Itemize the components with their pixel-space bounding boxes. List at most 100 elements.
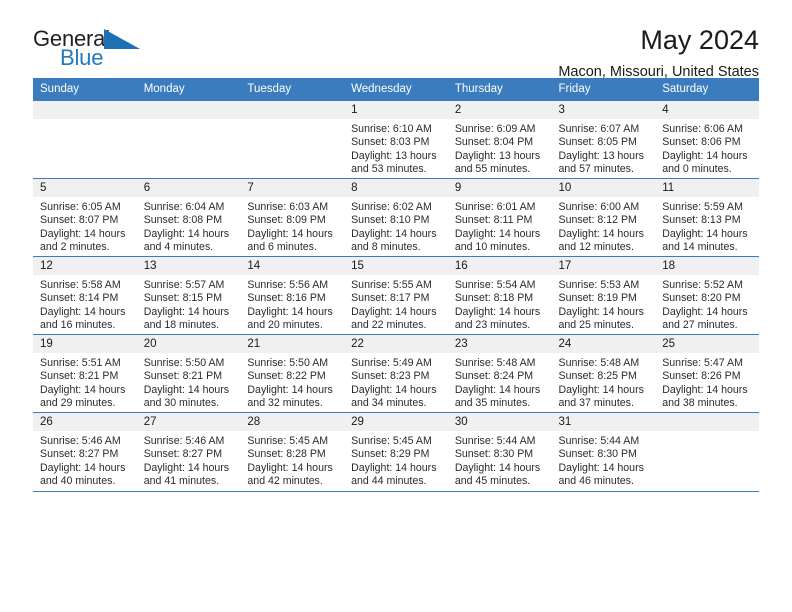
calendar-empty-cell xyxy=(655,412,759,491)
calendar-day-cell[interactable]: 20 Sunrise: 5:50 AM Sunset: 8:21 PM Dayligh… xyxy=(136,334,241,413)
daylight-text-line1: Daylight: 14 hours xyxy=(247,461,333,474)
sunrise-text: Sunrise: 6:06 AM xyxy=(662,123,743,135)
day-cell-inner: 6 Sunrise: 6:04 AM Sunset: 8:08 PM Daylight… xyxy=(136,179,241,256)
day-cell-inner: 14 Sunrise: 5:56 AM Sunset: 8:16 PM Dayligh… xyxy=(240,257,345,334)
daylight-text-line2: and 2 minutes. xyxy=(40,241,110,254)
daylight-text-line2: and 45 minutes. xyxy=(454,475,531,488)
day-cell-inner: 7 Sunrise: 6:03 AM Sunset: 8:09 PM Daylight… xyxy=(240,179,345,256)
calendar-day-cell[interactable]: 14 Sunrise: 5:56 AM Sunset: 8:16 PM Dayligh… xyxy=(240,256,345,335)
sunset-text: Sunset: 8:15 PM xyxy=(143,292,223,305)
calendar-day-cell[interactable]: 18 Sunrise: 5:52 AM Sunset: 8:20 PM Dayligh… xyxy=(655,256,759,335)
calendar-day-cell[interactable]: 6 Sunrise: 6:04 AM Sunset: 8:08 PM Daylight… xyxy=(136,178,241,257)
calendar-day-cell[interactable]: 17 Sunrise: 5:53 AM Sunset: 8:19 PM Dayligh… xyxy=(551,256,656,335)
day-details: Sunrise: 6:10 AM Sunset: 8:03 PM Daylight:… xyxy=(344,119,448,177)
calendar-day-cell[interactable]: 22 Sunrise: 5:49 AM Sunset: 8:23 PM Dayligh… xyxy=(344,334,448,413)
calendar-week-row: 26 Sunrise: 5:46 AM Sunset: 8:27 PM Dayligh… xyxy=(33,412,759,491)
calendar-day-cell[interactable]: 13 Sunrise: 5:57 AM Sunset: 8:15 PM Dayligh… xyxy=(136,256,241,335)
sunrise-text: Sunrise: 5:44 AM xyxy=(454,435,536,447)
calendar-day-cell[interactable]: 29 Sunrise: 5:45 AM Sunset: 8:29 PM Dayligh… xyxy=(344,412,448,491)
calendar-day-cell[interactable]: 21 Sunrise: 5:50 AM Sunset: 8:22 PM Dayligh… xyxy=(240,334,345,413)
calendar-day-cell[interactable]: 28 Sunrise: 5:45 AM Sunset: 8:28 PM Dayligh… xyxy=(240,412,345,491)
calendar-day-cell[interactable]: 24 Sunrise: 5:48 AM Sunset: 8:25 PM Dayligh… xyxy=(551,334,656,413)
calendar-day-cell[interactable]: 30 Sunrise: 5:44 AM Sunset: 8:30 PM Dayligh… xyxy=(447,412,552,491)
day-number: 1 xyxy=(344,101,448,119)
day-details: Sunrise: 5:56 AM Sunset: 8:16 PM Daylight:… xyxy=(240,275,344,333)
general-blue-logo[interactable]: General Blue xyxy=(33,26,148,74)
daylight-text-line2: and 18 minutes. xyxy=(143,319,220,332)
day-number: 21 xyxy=(240,335,345,353)
calendar-day-cell[interactable]: 8 Sunrise: 6:02 AM Sunset: 8:10 PM Daylight… xyxy=(344,178,448,257)
sunrise-text: Sunrise: 5:50 AM xyxy=(143,357,225,369)
day-number: 2 xyxy=(447,101,552,119)
calendar-day-cell[interactable]: 11 Sunrise: 5:59 AM Sunset: 8:13 PM Dayligh… xyxy=(655,178,759,257)
daylight-text-line2: and 20 minutes. xyxy=(247,319,323,332)
calendar-empty-cell xyxy=(240,100,345,179)
calendar-day-cell[interactable]: 10 Sunrise: 6:00 AM Sunset: 8:12 PM Dayligh… xyxy=(551,178,656,257)
daylight-text-line2: and 12 minutes. xyxy=(558,241,634,254)
daylight-text-line1: Daylight: 14 hours xyxy=(351,383,437,396)
calendar-day-cell[interactable]: 5 Sunrise: 6:05 AM Sunset: 8:07 PM Daylight… xyxy=(33,178,137,257)
daylight-text-line2: and 53 minutes. xyxy=(351,163,427,176)
sunrise-text: Sunrise: 5:51 AM xyxy=(40,357,121,369)
daylight-text-line1: Daylight: 14 hours xyxy=(662,227,748,240)
sunrise-text: Sunrise: 5:48 AM xyxy=(454,357,536,369)
daylight-text-line1: Daylight: 14 hours xyxy=(558,227,644,240)
calendar-day-cell[interactable]: 23 Sunrise: 5:48 AM Sunset: 8:24 PM Dayligh… xyxy=(447,334,552,413)
calendar-day-cell[interactable]: 27 Sunrise: 5:46 AM Sunset: 8:27 PM Dayligh… xyxy=(136,412,241,491)
sunrise-text: Sunrise: 6:05 AM xyxy=(40,201,121,213)
calendar-day-cell[interactable]: 25 Sunrise: 5:47 AM Sunset: 8:26 PM Dayligh… xyxy=(655,334,759,413)
title-block: May 2024 Macon, Missouri, United States xyxy=(558,26,759,81)
day-details: Sunrise: 5:44 AM Sunset: 8:30 PM Daylight:… xyxy=(448,431,552,489)
daylight-text-line2: and 35 minutes. xyxy=(454,397,531,410)
calendar-day-cell[interactable]: 16 Sunrise: 5:54 AM Sunset: 8:18 PM Dayligh… xyxy=(447,256,552,335)
daylight-text-line2: and 55 minutes. xyxy=(454,163,531,176)
daylight-text-line1: Daylight: 14 hours xyxy=(40,227,126,240)
sunset-text: Sunset: 8:27 PM xyxy=(143,448,223,461)
daylight-text-line2: and 29 minutes. xyxy=(40,397,116,410)
day-cell-inner: 17 Sunrise: 5:53 AM Sunset: 8:19 PM Dayligh… xyxy=(551,257,656,334)
day-number: 10 xyxy=(551,179,656,197)
calendar-day-cell[interactable]: 3 Sunrise: 6:07 AM Sunset: 8:05 PM Daylight… xyxy=(551,100,656,179)
sunset-text: Sunset: 8:21 PM xyxy=(40,370,119,383)
daylight-text-line1: Daylight: 14 hours xyxy=(454,461,541,474)
day-details: Sunrise: 5:45 AM Sunset: 8:28 PM Daylight:… xyxy=(240,431,344,489)
daylight-text-line2: and 27 minutes. xyxy=(662,319,738,332)
day-cell-inner: 2 Sunrise: 6:09 AM Sunset: 8:04 PM Daylight… xyxy=(447,101,552,178)
day-cell-inner: 1 Sunrise: 6:10 AM Sunset: 8:03 PM Daylight… xyxy=(344,101,448,178)
sunrise-text: Sunrise: 5:48 AM xyxy=(558,357,640,369)
sunset-text: Sunset: 8:06 PM xyxy=(662,136,741,149)
daylight-text-line1: Daylight: 14 hours xyxy=(662,149,748,162)
calendar-day-cell[interactable]: 12 Sunrise: 5:58 AM Sunset: 8:14 PM Dayligh… xyxy=(33,256,137,335)
calendar-day-cell[interactable]: 9 Sunrise: 6:01 AM Sunset: 8:11 PM Daylight… xyxy=(447,178,552,257)
daylight-text-line1: Daylight: 14 hours xyxy=(40,305,126,318)
day-details: Sunrise: 5:54 AM Sunset: 8:18 PM Daylight:… xyxy=(448,275,552,333)
daylight-text-line1: Daylight: 14 hours xyxy=(662,383,748,396)
sunset-text: Sunset: 8:26 PM xyxy=(662,370,741,383)
day-details: Sunrise: 5:52 AM Sunset: 8:20 PM Daylight:… xyxy=(655,275,759,333)
weekday-header-monday: Monday xyxy=(136,78,241,101)
daylight-text-line2: and 4 minutes. xyxy=(143,241,214,254)
calendar-day-cell[interactable]: 4 Sunrise: 6:06 AM Sunset: 8:06 PM Daylight… xyxy=(655,100,759,179)
day-number: 31 xyxy=(551,413,656,431)
day-cell-inner: 11 Sunrise: 5:59 AM Sunset: 8:13 PM Dayligh… xyxy=(655,179,759,256)
calendar-day-cell[interactable]: 7 Sunrise: 6:03 AM Sunset: 8:09 PM Daylight… xyxy=(240,178,345,257)
daylight-text-line1: Daylight: 14 hours xyxy=(143,461,230,474)
day-details: Sunrise: 5:47 AM Sunset: 8:26 PM Daylight:… xyxy=(655,353,759,411)
day-cell-inner: 13 Sunrise: 5:57 AM Sunset: 8:15 PM Dayligh… xyxy=(136,257,241,334)
sunset-text: Sunset: 8:22 PM xyxy=(247,370,326,383)
calendar-day-cell[interactable]: 19 Sunrise: 5:51 AM Sunset: 8:21 PM Dayligh… xyxy=(33,334,137,413)
daylight-text-line1: Daylight: 14 hours xyxy=(351,305,437,318)
daylight-text-line1: Daylight: 14 hours xyxy=(40,461,126,474)
day-details: Sunrise: 6:03 AM Sunset: 8:09 PM Daylight:… xyxy=(240,197,344,255)
calendar-day-cell[interactable]: 15 Sunrise: 5:55 AM Sunset: 8:17 PM Dayligh… xyxy=(344,256,448,335)
day-number: 11 xyxy=(655,179,759,197)
sunset-text: Sunset: 8:17 PM xyxy=(351,292,430,305)
daylight-text-line2: and 10 minutes. xyxy=(454,241,531,254)
daylight-text-line1: Daylight: 13 hours xyxy=(558,149,644,162)
calendar-day-cell[interactable]: 1 Sunrise: 6:10 AM Sunset: 8:03 PM Daylight… xyxy=(344,100,448,179)
calendar-day-cell[interactable]: 2 Sunrise: 6:09 AM Sunset: 8:04 PM Daylight… xyxy=(447,100,552,179)
calendar-day-cell[interactable]: 31 Sunrise: 5:44 AM Sunset: 8:30 PM Dayligh… xyxy=(551,412,656,491)
sunset-text: Sunset: 8:19 PM xyxy=(558,292,637,305)
calendar-day-cell[interactable]: 26 Sunrise: 5:46 AM Sunset: 8:27 PM Dayligh… xyxy=(33,412,137,491)
weekday-header-wednesday: Wednesday xyxy=(344,78,448,101)
